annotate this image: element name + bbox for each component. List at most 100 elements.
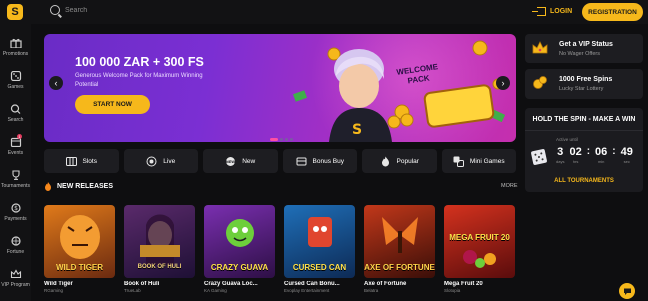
svg-text:$: $ xyxy=(14,205,18,212)
crown-icon xyxy=(532,41,548,54)
search-icon xyxy=(50,5,60,15)
carousel-dot[interactable] xyxy=(280,138,283,141)
category-label: Bonus Buy xyxy=(312,157,344,165)
game-name: Mega Fruit 20 xyxy=(444,281,483,287)
sidebar-item-label: Events xyxy=(7,150,24,156)
thumb-title: BOOK OF HULI xyxy=(137,264,182,270)
app-root: S LOGIN REGISTRATION Promotions Games Se… xyxy=(0,0,648,301)
banner-next-button[interactable]: › xyxy=(496,76,510,90)
spins-card-title: 1000 Free Spins xyxy=(559,76,613,83)
sidebar-item-fortune[interactable]: Fortune xyxy=(0,236,31,255)
sidebar-item-label: Games xyxy=(7,84,24,90)
game-provider: TrueLab xyxy=(124,288,141,293)
game-name: Cursed Can Bonu... xyxy=(284,281,340,287)
game-card[interactable]: CRAZY GUAVA Crazy Guava Loc... KA Gaming xyxy=(204,205,275,293)
banner-prev-button[interactable]: ‹ xyxy=(49,76,63,90)
thumb-title: CURSED CAN xyxy=(292,263,347,272)
sidebar-item-label: Promotions xyxy=(2,51,29,57)
new-releases-title: NEW RELEASES xyxy=(57,183,114,190)
tournament-panel: HOLD THE SPIN - MAKE A WIN Active until … xyxy=(525,108,643,192)
sidebar: Promotions Games Search 1 Events Tournam… xyxy=(0,24,31,301)
timer-separator: : xyxy=(586,146,591,157)
chat-icon xyxy=(623,288,631,295)
search-icon xyxy=(10,104,20,114)
thumb-title: MEGA FRUIT 20 xyxy=(449,233,510,242)
game-thumbnail[interactable]: WILD TIGER xyxy=(44,205,115,278)
events-badge: 1 xyxy=(17,134,22,139)
new-releases-header: NEW RELEASES xyxy=(44,182,113,191)
mini-games-icon xyxy=(453,156,464,167)
thumb-title: CRAZY GUAVA xyxy=(210,263,269,272)
vip-status-card[interactable]: Get a VIP Status No Wager Offers xyxy=(525,34,643,63)
banner-title: 100 000 ZAR + 300 FS xyxy=(75,55,204,69)
chat-button[interactable] xyxy=(619,283,635,299)
slots-icon xyxy=(65,156,77,166)
search-box[interactable] xyxy=(50,5,185,15)
game-provider: Belatra xyxy=(364,288,379,293)
sidebar-item-events[interactable]: 1 Events xyxy=(0,134,31,156)
game-name: Book of Huli xyxy=(124,281,160,287)
carousel-dot[interactable] xyxy=(270,138,278,141)
dice-icon xyxy=(530,148,548,166)
carousel-dot[interactable] xyxy=(285,138,288,141)
category-bar: Slots Live NEW New Bonus Buy Popular Min… xyxy=(44,149,516,173)
sidebar-item-vip-program[interactable]: VIP Program xyxy=(0,269,31,288)
game-card[interactable]: BOOK OF HULI Book of Huli TrueLab xyxy=(124,205,195,293)
sidebar-item-payments[interactable]: $ Payments xyxy=(0,203,31,222)
timer-hours: 02 hrs xyxy=(569,146,582,164)
game-card[interactable]: WILD TIGER Wild Tiger RGaming xyxy=(44,205,115,293)
game-provider: KA Gaming xyxy=(204,288,227,293)
game-provider: Slotopia xyxy=(444,288,461,293)
category-bonus-buy[interactable]: Bonus Buy xyxy=(282,149,357,173)
category-mini-games[interactable]: Mini Games xyxy=(441,149,516,173)
sidebar-item-games[interactable]: Games xyxy=(0,71,31,90)
wheel-icon xyxy=(10,236,21,246)
trophy-icon xyxy=(11,170,20,180)
game-thumbnail[interactable]: AXE OF FORTUNE xyxy=(364,205,435,278)
sidebar-item-label: Fortune xyxy=(6,249,25,255)
welcome-banner[interactable]: S 100 000 ZAR + 300 FS Generous Welcome … xyxy=(44,34,516,142)
dice-icon xyxy=(10,71,21,81)
countdown-timer: 3 days 02 hrs : 06 min : 49 sec xyxy=(556,146,633,164)
game-thumbnail[interactable]: CURSED CAN xyxy=(284,205,355,278)
more-link[interactable]: MORE xyxy=(501,183,518,189)
game-card[interactable]: CURSED CAN Cursed Can Bonu... Evoplay En… xyxy=(284,205,355,293)
registration-button[interactable]: REGISTRATION xyxy=(582,3,643,21)
payments-icon: $ xyxy=(10,203,21,213)
category-popular[interactable]: Popular xyxy=(362,149,437,173)
game-card[interactable]: AXE OF FORTUNE Axe of Fortune Belatra xyxy=(364,205,435,293)
category-label: Mini Games xyxy=(469,157,505,165)
live-icon xyxy=(146,156,157,166)
vip-card-subtitle: No Wager Offers xyxy=(559,51,600,57)
game-name: Crazy Guava Loc... xyxy=(204,281,258,287)
category-new[interactable]: NEW New xyxy=(203,149,278,173)
sidebar-item-promotions[interactable]: Promotions xyxy=(0,38,31,57)
carousel-dot[interactable] xyxy=(290,138,293,141)
search-input[interactable] xyxy=(65,6,185,14)
login-button[interactable]: LOGIN xyxy=(532,7,573,16)
category-slots[interactable]: Slots xyxy=(44,149,119,173)
sidebar-item-tournaments[interactable]: Tournaments xyxy=(0,170,31,189)
divider xyxy=(525,130,643,131)
start-now-button[interactable]: START NOW xyxy=(75,95,150,114)
vip-card-title: Get a VIP Status xyxy=(559,41,613,48)
all-tournaments-link[interactable]: ALL TOURNAMENTS xyxy=(525,178,643,184)
game-thumbnail[interactable]: CRAZY GUAVA xyxy=(204,205,275,278)
game-thumbnail[interactable]: MEGA FRUIT 20 xyxy=(444,205,515,278)
chevron-right-icon: › xyxy=(501,78,505,88)
gift-icon xyxy=(9,38,22,48)
bonus-buy-icon xyxy=(296,157,307,165)
games-row: WILD TIGER Wild Tiger RGaming BOOK OF HU… xyxy=(44,205,516,293)
category-live[interactable]: Live xyxy=(123,149,198,173)
login-label: LOGIN xyxy=(550,8,573,15)
game-name: Axe of Fortune xyxy=(364,281,407,287)
carousel-dots xyxy=(270,138,293,141)
free-spins-card[interactable]: 1000 Free Spins Lucky Star Lottery xyxy=(525,69,643,99)
game-thumbnail[interactable]: BOOK OF HULI xyxy=(124,205,195,278)
thumb-title: WILD TIGER xyxy=(55,263,104,272)
category-label: Slots xyxy=(82,157,97,165)
sidebar-item-search[interactable]: Search xyxy=(0,104,31,123)
game-card[interactable]: MEGA FRUIT 20 Mega Fruit 20 Slotopia xyxy=(444,205,515,293)
logo[interactable]: S xyxy=(0,0,30,24)
timer-days: 3 days xyxy=(556,146,565,164)
